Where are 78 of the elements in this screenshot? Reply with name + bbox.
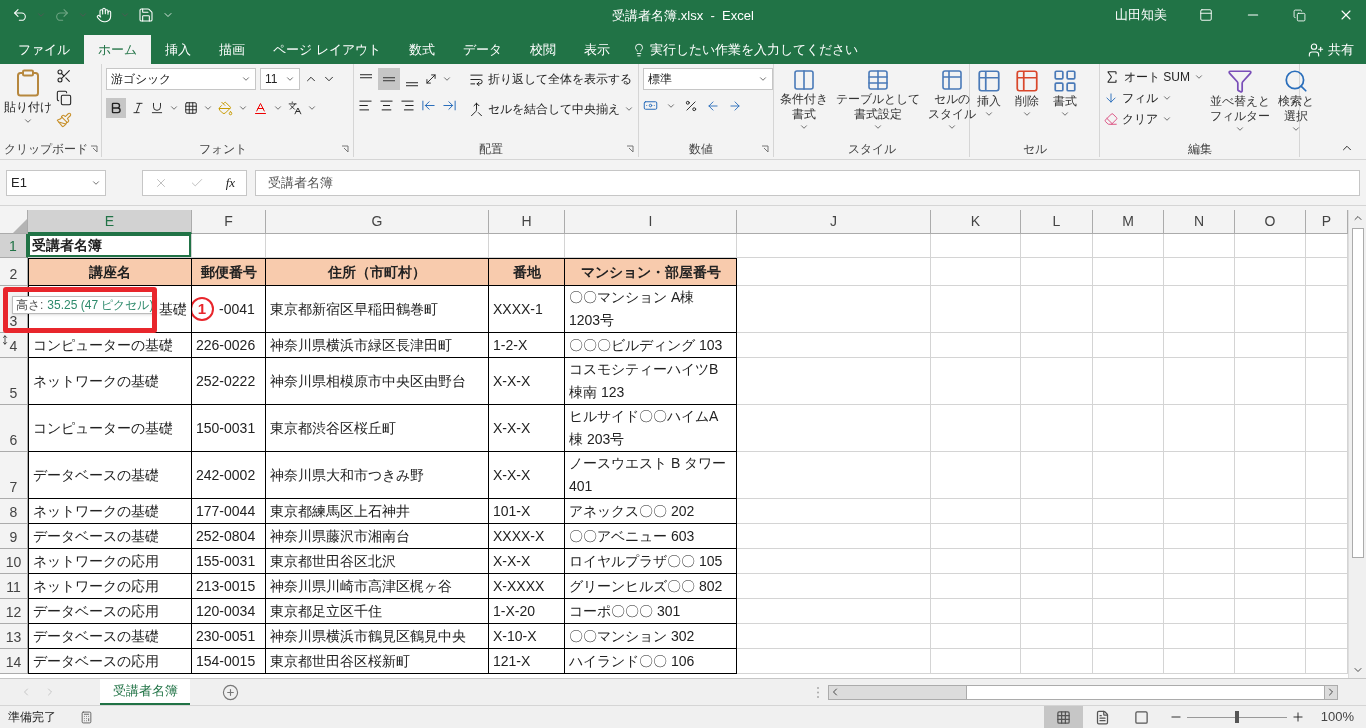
user-name: 山田知美 (1115, 6, 1167, 25)
table-cell-text: 〇〇〇ビルディング 103 (568, 335, 724, 355)
table-cell-text: 177-0044 (195, 501, 257, 521)
table-cell-text: コーポ〇〇〇 301 (568, 601, 682, 621)
group-label: クリップボード (4, 141, 88, 158)
table-cell-text: 252-0804 (195, 526, 257, 546)
table-cell-text: X-X-X (492, 418, 532, 438)
table-cell-text: ネットワークの応用 (32, 576, 160, 596)
table-cell-text: 213-0015 (195, 576, 257, 596)
table-cell-text: ノースウエスト B タワー 401 (568, 454, 728, 496)
table-cell-text: コンピューターの基礎 (32, 335, 174, 355)
table-cell-text: ネットワークの基礎 (32, 371, 160, 391)
column-heading: 郵便番号 (199, 262, 258, 282)
table-cell-text: X-X-X (492, 465, 532, 485)
table-cell-text: XXXX-1 (492, 299, 544, 319)
table-cell-text: 121-X (492, 651, 532, 671)
table-cell-text: データベースの応用 (32, 601, 160, 621)
table-cell-text: コンピューターの基礎 (32, 418, 174, 438)
table-cell-text: 1-X-20 (492, 601, 537, 621)
status-text: 準備完了 (8, 709, 56, 726)
table-cell-text: 155-0031 (195, 551, 257, 571)
table-cell-text: 東京都足立区千住 (269, 601, 383, 621)
table-cell-text: データベースの応用 (32, 651, 160, 671)
table-cell-text: 〇〇マンション A棟 1203号 (568, 288, 696, 330)
group-label: フォント (197, 141, 248, 158)
table-cell-text: 230-0051 (195, 626, 257, 646)
table-cell-text: 東京都渋谷区桜丘町 (269, 418, 397, 438)
table-cell-text: ロイヤルプラザ〇〇 105 (568, 551, 724, 571)
table-cell-text: データベースの基礎 (32, 626, 160, 646)
table-cell-text: 東京都世田谷区桜新町 (269, 651, 411, 671)
table-cell-text: X-10-X (492, 626, 538, 646)
group-label: 数値 (688, 141, 714, 158)
table-cell-text: ネットワークの基礎 (32, 501, 160, 521)
table-cell-text: 東京都世田谷区北沢 (269, 551, 397, 571)
table-cell-text: 東京都新宿区早稲田鶴巻町 (269, 299, 439, 319)
table-cell-text: ヒルサイド〇〇ハイムA 棟 203号 (568, 407, 720, 449)
table-cell-text: 東京都練馬区上石神井 (269, 501, 411, 521)
tooltip-label: 高さ: (16, 297, 44, 313)
table-cell-text: 1-2-X (492, 335, 529, 355)
table-cell-text: 150-0031 (195, 418, 257, 438)
group-label: スタイル (846, 141, 897, 158)
table-cell-text: 神奈川県藤沢市湘南台 (269, 526, 411, 546)
table-cell-text: 神奈川県横浜市鶴見区鶴見中央 (269, 626, 467, 646)
table-cell-text: コスモシティーハイツB 棟南 123 (568, 360, 720, 402)
table-cell-text: データベースの基礎 (32, 526, 160, 546)
table-cell-text: 受講者名簿 (31, 236, 103, 255)
table-cell-text: XXXX-X (492, 526, 546, 546)
table-cell-text: 154-0015 (195, 651, 257, 671)
table-cell-text: 252-0222 (195, 371, 257, 391)
table-cell-text: 基礎 (158, 299, 188, 319)
group-label: 編集 (1186, 141, 1213, 158)
column-heading: 番地 (511, 262, 542, 282)
table-cell-text: 101-X (492, 501, 532, 521)
table-cell-text: 神奈川県大和市つきみ野 (269, 465, 425, 485)
table-cell-text: データベースの基礎 (32, 465, 160, 485)
step-marker: 1 (192, 297, 214, 321)
window-title: 受講者名簿.xlsx - Excel (612, 8, 754, 23)
table-cell-text: 226-0026 (195, 335, 257, 355)
table-cell-text: 120-0034 (195, 601, 257, 621)
table-cell-text: 神奈川県川崎市高津区梶ヶ谷 (269, 576, 453, 596)
table-cell-text: ハイランド〇〇 106 (568, 651, 696, 671)
table-cell-text: 神奈川県相模原市中央区由野台 (269, 371, 467, 391)
table-cell-text: 〇〇アベニュー 603 (568, 526, 696, 546)
table-cell-text: 242-0002 (195, 465, 257, 485)
column-heading: 講座名 (88, 262, 132, 282)
table-cell-text: X-X-X (492, 551, 532, 571)
table-cell-text: アネックス〇〇 202 (568, 501, 696, 521)
column-heading: 住所（市町村） (327, 262, 427, 282)
group-label: セル (1021, 141, 1048, 158)
group-label: 配置 (478, 141, 504, 158)
column-heading: マンション・部屋番号 (579, 262, 722, 282)
table-cell-text: グリーンヒルズ〇〇 802 (568, 576, 724, 596)
table-cell-text: 〇〇マンション 302 (568, 626, 696, 646)
table-cell-text: X-X-X (492, 371, 532, 391)
table-cell-text: X-XXXX (492, 576, 546, 596)
table-cell-text: -0041 (218, 299, 256, 319)
table-cell-text: ネットワークの応用 (32, 551, 160, 571)
table-cell-text: 神奈川県横浜市緑区長津田町 (269, 335, 453, 355)
